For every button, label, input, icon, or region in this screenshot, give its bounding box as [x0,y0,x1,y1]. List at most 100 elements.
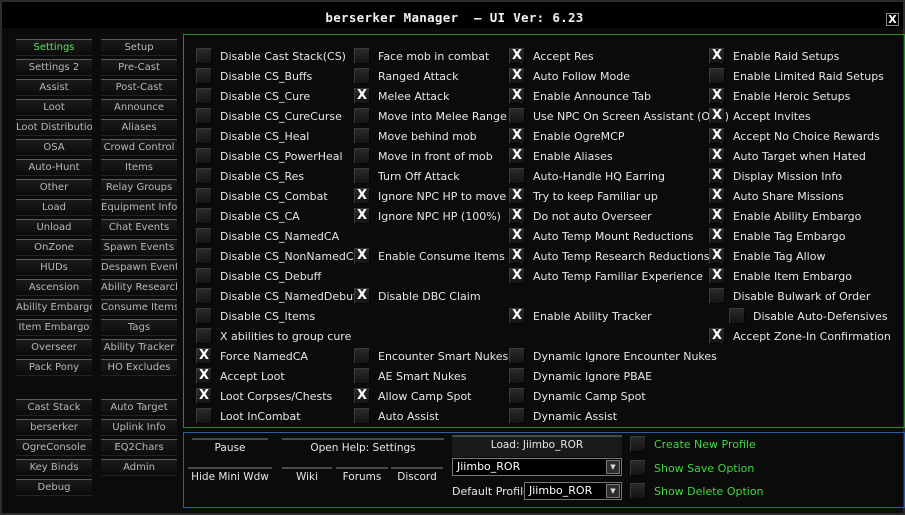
option-display-mission-info[interactable]: X Display Mission Info [709,167,842,185]
checkbox-checked[interactable]: X [509,268,525,284]
sidebar-item-auto-target[interactable]: Auto Target [101,399,177,416]
chevron-down-icon[interactable]: ▼ [606,460,620,474]
option-disable-cs-buffs[interactable]: Disable CS_Buffs [196,67,312,85]
checkbox[interactable] [354,368,370,384]
checkbox-checked[interactable]: X [196,348,212,364]
checkbox[interactable] [196,328,212,344]
option-auto-temp-mount-reductions[interactable]: X Auto Temp Mount Reductions [509,227,694,245]
sidebar-item-onzone[interactable]: OnZone [16,239,92,256]
checkbox-checked[interactable]: X [509,68,525,84]
sidebar-item-equipment-info[interactable]: Equipment Info [101,199,177,216]
chevron-down-icon[interactable]: ▼ [606,484,620,498]
option-disable-cs-cure[interactable]: Disable CS_Cure [196,87,310,105]
sidebar-item-cast-stack[interactable]: Cast Stack [16,399,92,416]
checkbox[interactable] [630,436,646,452]
checkbox-checked[interactable]: X [509,208,525,224]
checkbox-checked[interactable]: X [509,308,525,324]
checkbox[interactable] [709,288,725,304]
title-bar[interactable]: berserker Manager — UI Ver: 6.23 X [2,2,903,28]
option-auto-assist[interactable]: Auto Assist [354,407,439,425]
sidebar-item-spawn-events[interactable]: Spawn Events [101,239,177,256]
default-profile-select[interactable]: Jiimbo_ROR ▼ [524,482,622,500]
checkbox-checked[interactable]: X [196,388,212,404]
option-auto-temp-familiar-experience[interactable]: X Auto Temp Familiar Experience [509,267,703,285]
option-try-to-keep-familiar-up[interactable]: X Try to keep Familiar up [509,187,658,205]
checkbox[interactable] [196,288,212,304]
option-enable-aliases[interactable]: X Enable Aliases [509,147,613,165]
option-disable-cs-ca[interactable]: Disable CS_CA [196,207,300,225]
checkbox-checked[interactable]: X [354,208,370,224]
checkbox[interactable] [196,268,212,284]
checkbox[interactable] [509,368,525,384]
load-profile-button[interactable]: Load: Jiimbo_ROR [452,435,622,457]
option-move-behind-mob[interactable]: Move behind mob [354,127,477,145]
sidebar-item-ho-excludes[interactable]: HO Excludes [101,359,177,376]
option-auto-target-when-hated[interactable]: X Auto Target when Hated [709,147,866,165]
checkbox[interactable] [196,248,212,264]
option-face-mob-in-combat[interactable]: Face mob in combat [354,47,489,65]
sidebar-item-settings-2[interactable]: Settings 2 [16,59,92,76]
pause-button[interactable]: Pause [192,438,268,460]
sidebar-item-ability-tracker[interactable]: Ability Tracker [101,339,177,356]
checkbox[interactable] [196,48,212,64]
option-move-into-melee-range[interactable]: Move into Melee Range [354,107,507,125]
profile-select[interactable]: Jiimbo_ROR ▼ [452,458,622,476]
checkbox-checked[interactable]: X [354,188,370,204]
sidebar-item-items[interactable]: Items [101,159,177,176]
open-help-button[interactable]: Open Help: Settings [282,438,444,460]
sidebar-item-tags[interactable]: Tags [101,319,177,336]
option-disable-dbc-claim[interactable]: X Disable DBC Claim [354,287,481,305]
checkbox[interactable] [196,228,212,244]
checkbox[interactable] [709,68,725,84]
sidebar-item-debug[interactable]: Debug [16,479,92,496]
checkbox-checked[interactable]: X [709,268,725,284]
sidebar-item-loot-distribution[interactable]: Loot Distribution [16,119,92,136]
show-save-option[interactable]: Show Save Option [630,459,754,477]
checkbox-checked[interactable]: X [709,168,725,184]
option-encounter-smart-nukes[interactable]: Encounter Smart Nukes [354,347,508,365]
hide-mini-window-button[interactable]: Hide Mini Wdw [188,467,272,489]
option-accept-loot[interactable]: X Accept Loot [196,367,285,385]
checkbox-checked[interactable]: X [709,188,725,204]
sidebar-item-huds[interactable]: HUDs [16,259,92,276]
option-accept-invites[interactable]: X Accept Invites [709,107,811,125]
option-enable-item-embargo[interactable]: X Enable Item Embargo [709,267,852,285]
option-ignore-npc-hp-to-move[interactable]: X Ignore NPC HP to move [354,187,506,205]
checkbox-checked[interactable]: X [509,128,525,144]
sidebar-item-load[interactable]: Load [16,199,92,216]
checkbox[interactable] [196,68,212,84]
discord-button[interactable]: Discord [391,467,443,489]
checkbox-checked[interactable]: X [709,128,725,144]
checkbox[interactable] [196,128,212,144]
option-use-npc-on-screen-assistant-osa[interactable]: Use NPC On Screen Assistant (OSA) [509,107,729,125]
sidebar-item-berserker[interactable]: berserker [16,419,92,436]
option-dynamic-assist[interactable]: Dynamic Assist [509,407,617,425]
option-auto-follow-mode[interactable]: X Auto Follow Mode [509,67,630,85]
sidebar-item-uplink-info[interactable]: Uplink Info [101,419,177,436]
option-dynamic-ignore-encounter-nukes[interactable]: Dynamic Ignore Encounter Nukes [509,347,717,365]
create-new-profile-option[interactable]: Create New Profile [630,435,756,453]
checkbox-checked[interactable]: X [509,148,525,164]
option-disable-cs-nonnamedca[interactable]: Disable CS_NonNamedCA [196,247,361,265]
show-delete-option[interactable]: Show Delete Option [630,482,764,500]
option-disable-cs-heal[interactable]: Disable CS_Heal [196,127,309,145]
checkbox-checked[interactable]: X [709,108,725,124]
option-disable-cs-curecurse[interactable]: Disable CS_CureCurse [196,107,342,125]
option-do-not-auto-overseer[interactable]: X Do not auto Overseer [509,207,652,225]
checkbox-checked[interactable]: X [709,148,725,164]
sidebar-item-item-embargo[interactable]: Item Embargo [16,319,92,336]
option-disable-cs-res[interactable]: Disable CS_Res [196,167,304,185]
sidebar-item-ogreconsole[interactable]: OgreConsole [16,439,92,456]
sidebar-item-settings[interactable]: Settings [16,39,92,56]
option-auto-handle-hq-earring[interactable]: Auto-Handle HQ Earring [509,167,665,185]
option-ignore-npc-hp-100[interactable]: X Ignore NPC HP (100%) [354,207,501,225]
checkbox-checked[interactable]: X [354,288,370,304]
option-enable-limited-raid-setups[interactable]: Enable Limited Raid Setups [709,67,884,85]
checkbox-checked[interactable]: X [509,88,525,104]
checkbox[interactable] [509,108,525,124]
checkbox-checked[interactable]: X [354,248,370,264]
sidebar-item-consume-items[interactable]: Consume Items [101,299,177,316]
sidebar-item-despawn-event[interactable]: Despawn Event [101,259,177,276]
sidebar-item-announce[interactable]: Announce [101,99,177,116]
sidebar-item-loot[interactable]: Loot [16,99,92,116]
